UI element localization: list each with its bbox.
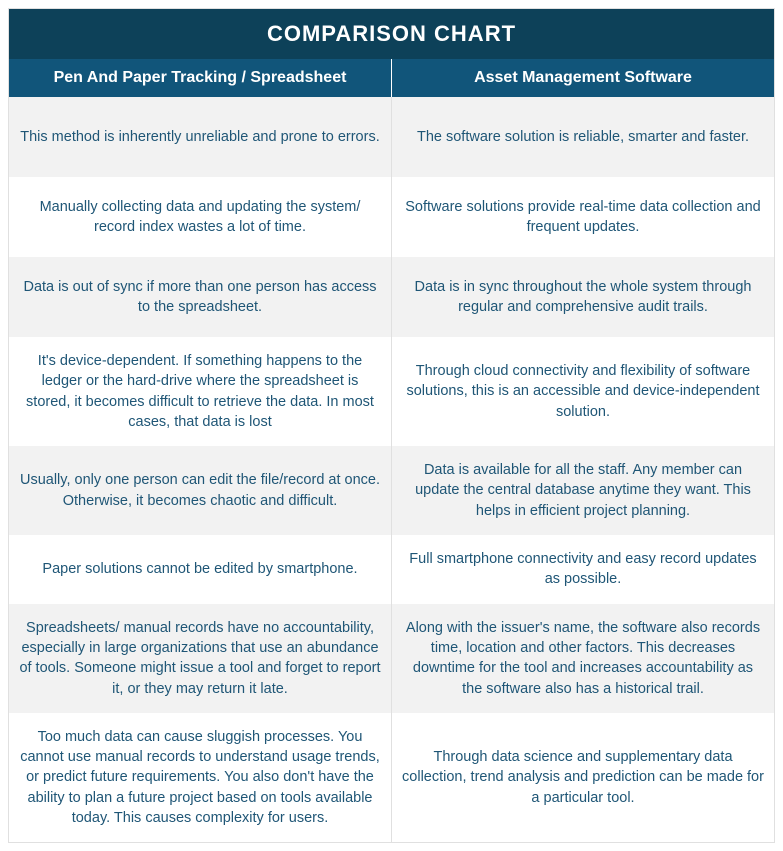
cell-left: Manually collecting data and updating th…: [9, 177, 392, 257]
cell-left: Data is out of sync if more than one per…: [9, 257, 392, 337]
table-row: Too much data can cause sluggish process…: [9, 713, 774, 842]
header-left: Pen And Paper Tracking / Spreadsheet: [9, 59, 392, 97]
cell-right: The software solution is reliable, smart…: [392, 97, 774, 177]
table-row: Paper solutions cannot be edited by smar…: [9, 535, 774, 604]
cell-left: Spreadsheets/ manual records have no acc…: [9, 604, 392, 713]
table-row: Spreadsheets/ manual records have no acc…: [9, 604, 774, 713]
table-row: It's device-dependent. If something happ…: [9, 337, 774, 446]
cell-left: Paper solutions cannot be edited by smar…: [9, 535, 392, 604]
cell-left: This method is inherently unreliable and…: [9, 97, 392, 177]
chart-title: COMPARISON CHART: [9, 9, 774, 59]
cell-right: Through data science and supplementary d…: [392, 713, 774, 842]
table-row: Manually collecting data and updating th…: [9, 177, 774, 257]
table-row: Usually, only one person can edit the fi…: [9, 446, 774, 535]
cell-right: Data is in sync throughout the whole sys…: [392, 257, 774, 337]
cell-right: Software solutions provide real-time dat…: [392, 177, 774, 257]
cell-left: Usually, only one person can edit the fi…: [9, 446, 392, 535]
comparison-chart: COMPARISON CHART Pen And Paper Tracking …: [8, 8, 775, 843]
header-row: Pen And Paper Tracking / Spreadsheet Ass…: [9, 59, 774, 97]
header-right: Asset Management Software: [392, 59, 774, 97]
table-row: Data is out of sync if more than one per…: [9, 257, 774, 337]
cell-right: Along with the issuer's name, the softwa…: [392, 604, 774, 713]
cell-right: Full smartphone connectivity and easy re…: [392, 535, 774, 604]
cell-left: Too much data can cause sluggish process…: [9, 713, 392, 842]
chart-body: This method is inherently unreliable and…: [9, 97, 774, 842]
table-row: This method is inherently unreliable and…: [9, 97, 774, 177]
cell-left: It's device-dependent. If something happ…: [9, 337, 392, 446]
cell-right: Data is available for all the staff. Any…: [392, 446, 774, 535]
cell-right: Through cloud connectivity and flexibili…: [392, 337, 774, 446]
